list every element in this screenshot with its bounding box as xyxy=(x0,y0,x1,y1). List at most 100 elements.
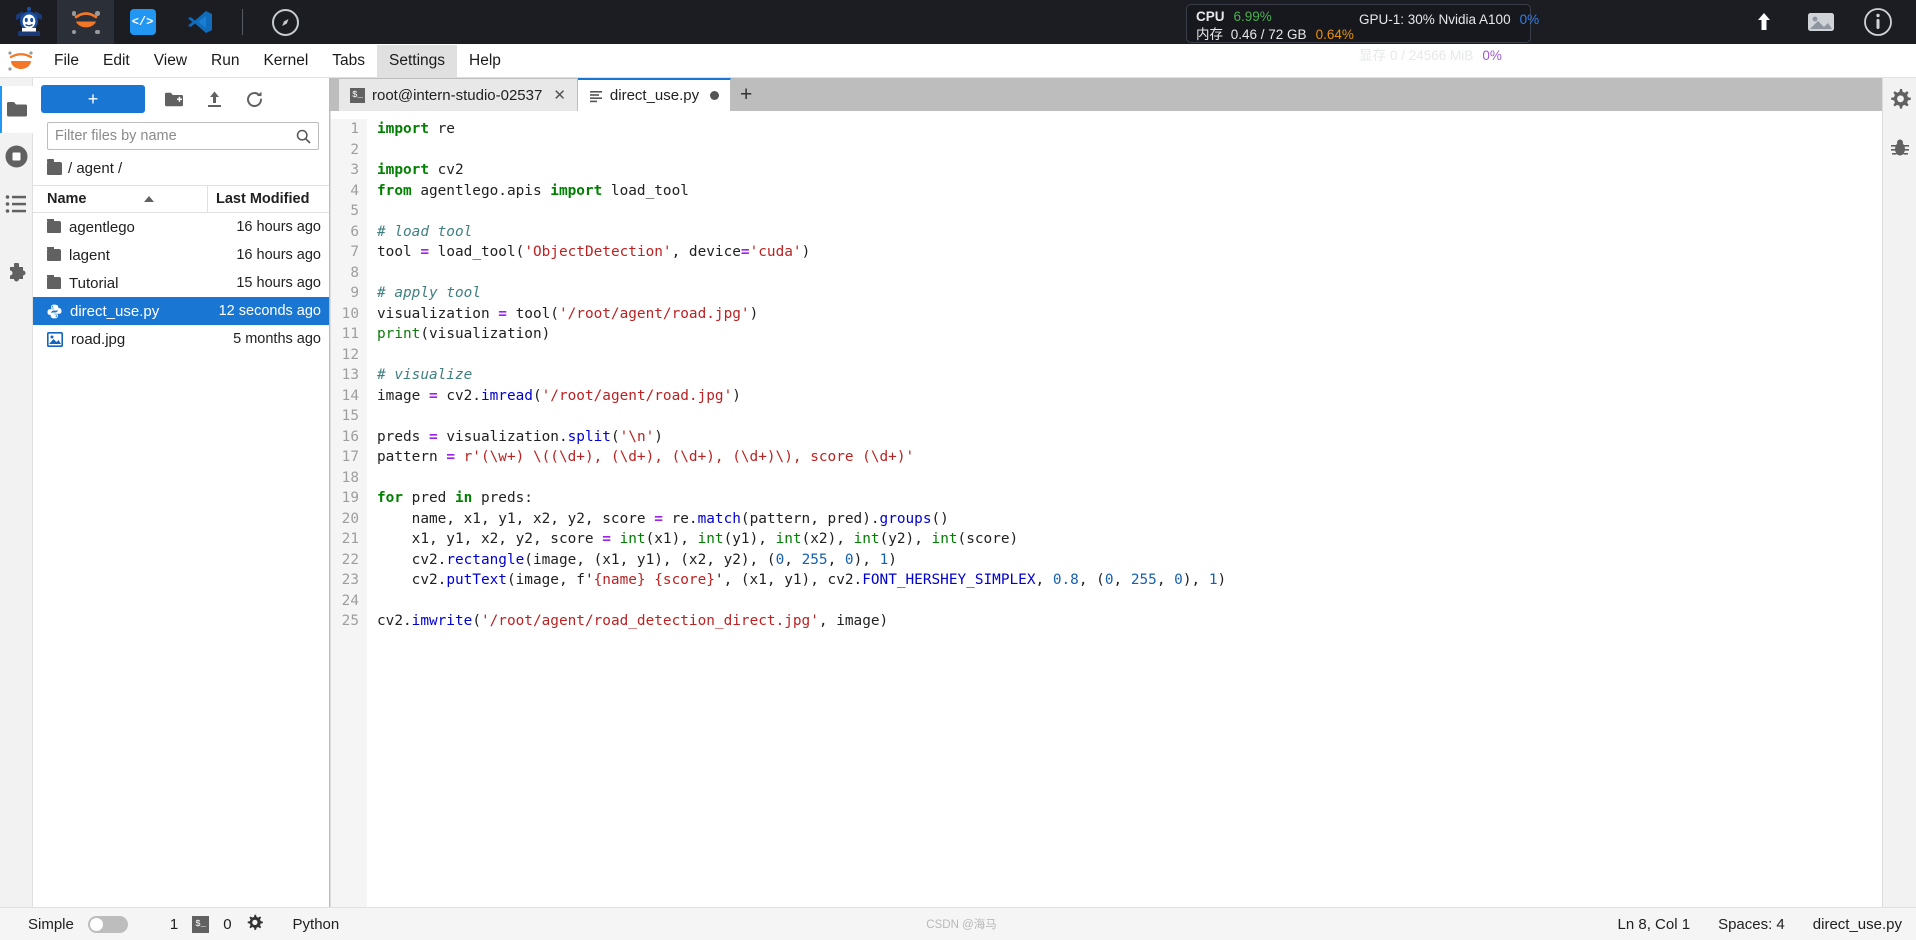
column-header-modified[interactable]: Last Modified xyxy=(207,186,329,212)
breadcrumb[interactable]: / agent / xyxy=(33,158,329,185)
code-line[interactable]: visualization = tool('/root/agent/road.j… xyxy=(377,304,1882,325)
file-modified: 16 hours ago xyxy=(236,247,321,263)
code-line[interactable] xyxy=(377,201,1882,222)
code-line[interactable] xyxy=(377,263,1882,284)
code-line[interactable]: tool = load_tool('ObjectDetection', devi… xyxy=(377,242,1882,263)
top-toolbar: </> CPU 6.99% GPU-1: 30% Nvidia A100 0% xyxy=(0,0,1916,63)
cpu-value: 6.99% xyxy=(1233,9,1272,24)
column-modified-label: Last Modified xyxy=(216,191,310,207)
line-number: 2 xyxy=(350,141,359,158)
menu-kernel[interactable]: Kernel xyxy=(251,45,320,77)
code-line[interactable]: import re xyxy=(377,119,1882,140)
terminal-icon[interactable]: $_ xyxy=(192,915,210,933)
menu-edit[interactable]: Edit xyxy=(91,45,142,77)
menu-help[interactable]: Help xyxy=(457,45,513,77)
file-row-tutorial[interactable]: Tutorial 15 hours ago xyxy=(33,269,329,297)
code-line[interactable]: image = cv2.imread('/root/agent/road.jpg… xyxy=(377,386,1882,407)
code-line[interactable]: pattern = r'(\w+) \((\d+), (\d+), (\d+),… xyxy=(377,447,1882,468)
code-line[interactable] xyxy=(377,468,1882,489)
line-number: 18 xyxy=(341,469,359,486)
bug-icon xyxy=(1890,139,1909,156)
tab-close-icon[interactable]: ✕ xyxy=(553,86,566,104)
upload-files-button[interactable] xyxy=(203,88,225,110)
new-tab-button[interactable]: + xyxy=(731,79,761,111)
jupyter-logo-icon[interactable] xyxy=(57,0,114,44)
code-line[interactable]: cv2.rectangle(image, (x1, y1), (x2, y2),… xyxy=(377,550,1882,571)
menu-bar: File Edit View Run Kernel Tabs Settings … xyxy=(0,44,1916,78)
code-line[interactable]: name, x1, y1, x2, y2, score = re.match(p… xyxy=(377,509,1882,530)
main-body: + Filter files by name / agent / Name La… xyxy=(0,78,1916,907)
debugger-button[interactable] xyxy=(1889,137,1911,164)
code-line[interactable]: preds = visualization.split('\n') xyxy=(377,427,1882,448)
cursor-position[interactable]: Ln 8, Col 1 xyxy=(1618,916,1691,933)
info-icon[interactable] xyxy=(1849,0,1906,44)
code-line[interactable]: x1, y1, x2, y2, score = int(x1), int(y1)… xyxy=(377,529,1882,550)
tab-terminal[interactable]: $_ root@intern-studio-02537 ✕ xyxy=(339,79,578,111)
code-line[interactable] xyxy=(377,591,1882,612)
new-launcher-button[interactable]: + xyxy=(41,85,145,113)
code-line[interactable] xyxy=(377,406,1882,427)
filter-box[interactable] xyxy=(47,122,319,150)
property-inspector-button[interactable] xyxy=(1889,88,1911,115)
memory-value: 0.46 / 72 GB xyxy=(1230,27,1307,42)
sort-ascending-icon xyxy=(143,196,154,202)
menu-run[interactable]: Run xyxy=(199,45,251,77)
file-row-direct-use-py[interactable]: direct_use.py 12 seconds ago xyxy=(33,297,329,325)
language-indicator[interactable]: Python xyxy=(293,916,340,933)
file-row-road-jpg[interactable]: road.jpg 5 months ago xyxy=(33,325,329,353)
filter-input[interactable] xyxy=(55,128,296,144)
tab-direct-use-py[interactable]: direct_use.py xyxy=(577,78,732,111)
spaces-indicator[interactable]: Spaces: 4 xyxy=(1718,916,1785,933)
refresh-button[interactable] xyxy=(243,88,265,110)
simple-mode-toggle[interactable] xyxy=(87,915,128,933)
line-number: 5 xyxy=(350,203,359,219)
refresh-icon xyxy=(246,91,262,107)
main-editor-area: $_ root@intern-studio-02537 ✕ direct_use… xyxy=(330,78,1882,907)
menu-file[interactable]: File xyxy=(42,45,91,77)
sidebar-item-file-browser[interactable] xyxy=(0,86,33,133)
code-content[interactable]: import re import cv2 from agentlego.apis … xyxy=(367,119,1882,907)
file-browser-panel: + Filter files by name / agent / Name La… xyxy=(33,78,330,907)
code-server-icon[interactable]: </> xyxy=(114,0,171,44)
code-line[interactable]: for pred in preds: xyxy=(377,488,1882,509)
code-line[interactable]: import cv2 xyxy=(377,160,1882,181)
code-line[interactable]: # visualize xyxy=(377,365,1882,386)
code-line[interactable]: cv2.imwrite('/root/agent/road_detection_… xyxy=(377,611,1882,632)
new-folder-button[interactable] xyxy=(163,88,185,110)
menu-view[interactable]: View xyxy=(142,45,199,77)
vram-percent: 0% xyxy=(1482,48,1502,63)
code-line[interactable]: # apply tool xyxy=(377,283,1882,304)
column-name-label: Name xyxy=(47,191,87,207)
code-line[interactable]: print(visualization) xyxy=(377,324,1882,345)
column-header-name[interactable]: Name xyxy=(33,191,207,207)
code-line[interactable]: from agentlego.apis import load_tool xyxy=(377,181,1882,202)
code-line[interactable]: cv2.putText(image, f'{name} {score}', (x… xyxy=(377,570,1882,591)
status-gear-icon[interactable] xyxy=(246,914,263,935)
line-number: 4 xyxy=(350,182,359,199)
image-file-icon xyxy=(47,331,63,347)
sidebar-item-table-of-contents[interactable] xyxy=(0,180,33,227)
menu-settings[interactable]: Settings xyxy=(377,44,458,77)
compass-icon[interactable] xyxy=(257,0,314,44)
folder-icon xyxy=(47,246,61,261)
compass-circle xyxy=(272,8,299,36)
file-row-lagent[interactable]: lagent 16 hours ago xyxy=(33,241,329,269)
upload-icon[interactable] xyxy=(1735,0,1792,44)
code-line[interactable] xyxy=(377,140,1882,161)
line-number: 15 xyxy=(341,408,359,424)
code-editor[interactable]: 1 2 3 4 5 6 7 8 9 10 11 12 13 14 15 16 17 18 19 20 21 22 23 24 2… xyxy=(331,111,1882,907)
sidebar-item-running-terminals[interactable] xyxy=(0,133,33,180)
image-icon[interactable] xyxy=(1792,0,1849,44)
filter-row xyxy=(33,120,329,158)
tab-unsaved-dot-icon[interactable] xyxy=(710,91,720,100)
file-row-agentlego[interactable]: agentlego 16 hours ago xyxy=(33,213,329,241)
sidebar-item-extension-manager[interactable] xyxy=(0,251,33,298)
python-file-icon xyxy=(47,304,62,318)
code-line[interactable]: # load tool xyxy=(377,222,1882,243)
vscode-icon[interactable] xyxy=(171,0,228,44)
intern-studio-logo-icon[interactable] xyxy=(0,0,57,44)
code-line[interactable] xyxy=(377,345,1882,366)
menu-tabs[interactable]: Tabs xyxy=(320,45,377,77)
vram-label: 显存 xyxy=(1359,48,1386,63)
line-number: 3 xyxy=(350,162,359,178)
